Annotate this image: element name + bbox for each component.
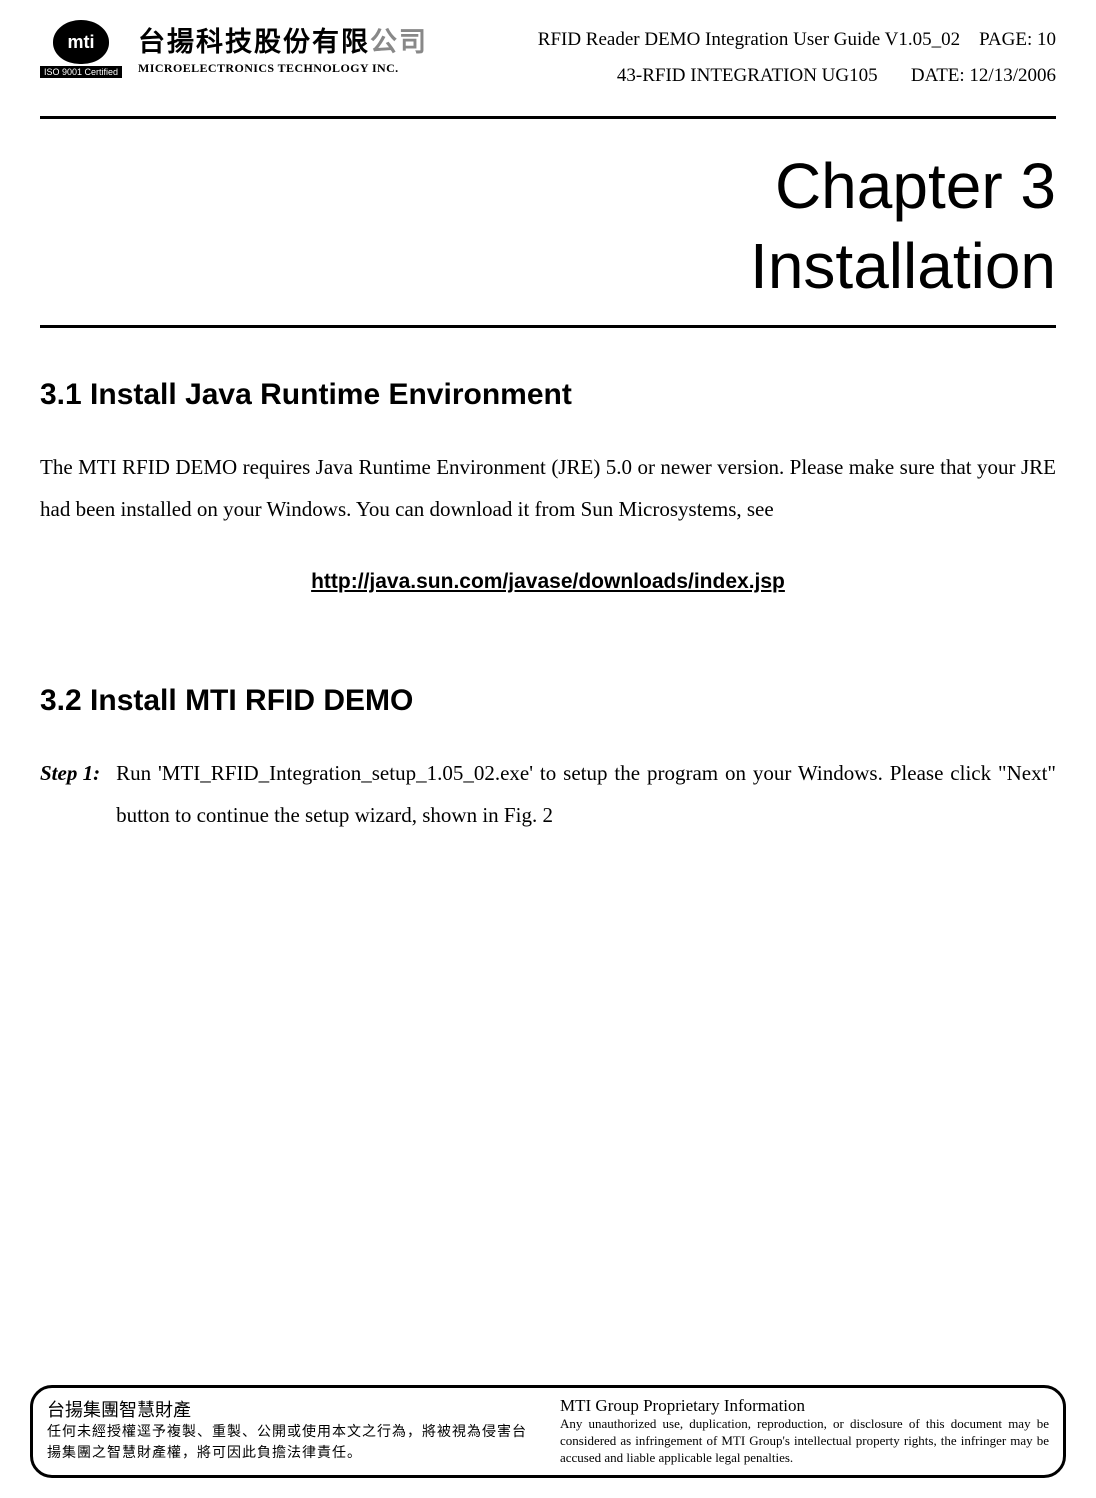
company-name-cn: 台揚科技股份有限公司 xyxy=(138,20,428,59)
page-footer: 台揚集團智慧財產 任何未經授權逕予複製、重製、公開或使用本文之行為，將被視為侵害… xyxy=(30,1385,1066,1478)
company-name-cn-suffix: 公司 xyxy=(370,27,428,57)
section-3-2: 3.2 Install MTI RFID DEMO Step 1: Run 'M… xyxy=(0,594,1096,836)
section-3-1-heading: 3.1 Install Java Runtime Environment xyxy=(40,378,1056,412)
doc-code-row: 43-RFID INTEGRATION UG105 DATE: 12/13/20… xyxy=(538,58,1056,94)
page-header: mti ISO 9001 Certified 台揚科技股份有限公司 MICROE… xyxy=(0,0,1096,104)
section-3-1-body: The MTI RFID DEMO requires Java Runtime … xyxy=(40,446,1056,530)
footer-title-en: MTI Group Proprietary Information xyxy=(560,1396,1049,1416)
chapter-title: Installation xyxy=(40,229,1056,303)
logo-block: mti ISO 9001 Certified xyxy=(40,20,122,78)
doc-title-row: RFID Reader DEMO Integration User Guide … xyxy=(538,22,1056,58)
section-3-2-heading: 3.2 Install MTI RFID DEMO xyxy=(40,684,1056,718)
doc-title: RFID Reader DEMO Integration User Guide … xyxy=(538,29,960,50)
footer-title-cn: 台揚集團智慧財產 xyxy=(47,1396,536,1422)
doc-code: 43-RFID INTEGRATION UG105 xyxy=(617,65,878,86)
step-1: Step 1: Run 'MTI_RFID_Integration_setup_… xyxy=(40,752,1056,836)
page-label: PAGE: 10 xyxy=(979,29,1056,50)
step-1-body: Run 'MTI_RFID_Integration_setup_1.05_02.… xyxy=(116,752,1056,836)
footer-body-cn: 任何未經授權逕予複製、重製、公開或使用本文之行為，將被視為侵害台揚集團之智慧財產… xyxy=(47,1422,536,1464)
company-name-cn-main: 台揚科技股份有限 xyxy=(138,27,370,57)
jre-download-link[interactable]: http://java.sun.com/javase/downloads/ind… xyxy=(40,570,1056,594)
chapter-number: Chapter 3 xyxy=(40,149,1056,223)
logo-text: mti xyxy=(68,32,95,53)
section-3-1: 3.1 Install Java Runtime Environment The… xyxy=(0,328,1096,594)
header-right: RFID Reader DEMO Integration User Guide … xyxy=(538,20,1056,94)
footer-body-en: Any unauthorized use, duplication, repro… xyxy=(560,1416,1049,1467)
company-block: 台揚科技股份有限公司 MICROELECTRONICS TECHNOLOGY I… xyxy=(138,20,428,76)
footer-col-en: MTI Group Proprietary Information Any un… xyxy=(560,1396,1049,1467)
footer-col-cn: 台揚集團智慧財產 任何未經授權逕予複製、重製、公開或使用本文之行為，將被視為侵害… xyxy=(47,1396,536,1467)
chapter-title-block: Chapter 3 Installation xyxy=(0,119,1096,313)
step-1-label: Step 1: xyxy=(40,752,100,836)
company-name-en: MICROELECTRONICS TECHNOLOGY INC. xyxy=(138,61,428,76)
header-left: mti ISO 9001 Certified 台揚科技股份有限公司 MICROE… xyxy=(40,20,428,94)
company-logo-icon: mti xyxy=(53,20,109,64)
iso-badge: ISO 9001 Certified xyxy=(40,66,122,78)
date-label: DATE: 12/13/2006 xyxy=(911,65,1056,86)
